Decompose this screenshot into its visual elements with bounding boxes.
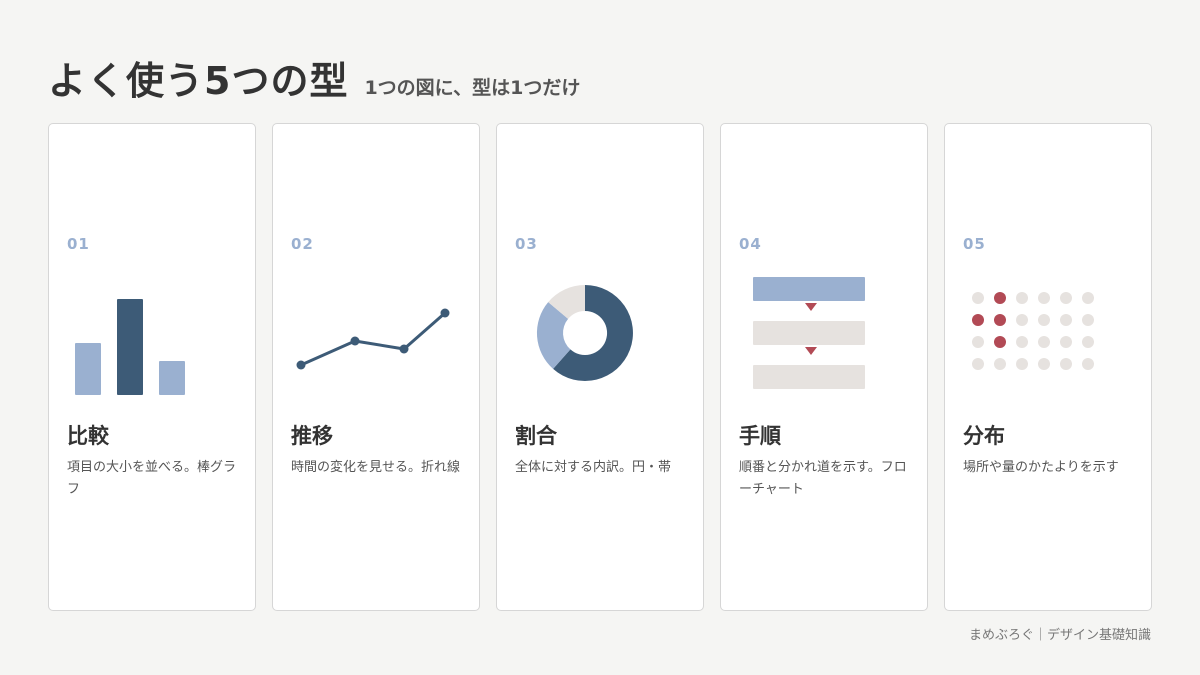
dot xyxy=(1060,314,1072,326)
highlight-dot xyxy=(994,336,1006,348)
dot xyxy=(1016,292,1028,304)
highlight-dot xyxy=(972,314,984,326)
card-distribution: 05 分布 場所や量のかたよりを示す xyxy=(944,123,1152,611)
dot xyxy=(994,358,1006,370)
dot xyxy=(972,358,984,370)
dot xyxy=(1082,292,1094,304)
card-trend: 02 推移 時間の変化を見せる。折れ線 xyxy=(272,123,480,611)
highlight-dot xyxy=(994,292,1006,304)
card-description: 場所や量のかたよりを示す xyxy=(963,460,1119,475)
card-title: 分布 xyxy=(963,424,1005,448)
card-procedure: 04 手順 順番と分かれ道を示す。フローチャート xyxy=(720,123,928,611)
dot xyxy=(1038,358,1050,370)
card-description: 項目の大小を並べる。棒グラフ xyxy=(67,460,237,497)
card-number: 03 xyxy=(515,235,538,253)
card-title: 推移 xyxy=(291,424,333,448)
dot xyxy=(1016,314,1028,326)
dot xyxy=(1038,314,1050,326)
dot xyxy=(1082,314,1094,326)
bar-chart-icon xyxy=(49,274,257,404)
dot xyxy=(1082,358,1094,370)
dot xyxy=(972,336,984,348)
card-number: 01 xyxy=(67,235,90,253)
dot xyxy=(972,292,984,304)
card-description: 時間の変化を見せる。折れ線 xyxy=(291,460,461,475)
flowchart-icon xyxy=(721,274,929,404)
dot xyxy=(1038,292,1050,304)
highlight-dot xyxy=(994,314,1006,326)
dot xyxy=(1016,336,1028,348)
dot xyxy=(1082,336,1094,348)
dot-distribution-icon xyxy=(945,274,1153,404)
card-number: 05 xyxy=(963,235,986,253)
header: よく使う5つの型 1つの図に、型は1つだけ xyxy=(48,50,580,105)
page-title: よく使う5つの型 xyxy=(48,59,349,103)
card-number: 04 xyxy=(739,235,762,253)
dot xyxy=(1060,336,1072,348)
page-subtitle: 1つの図に、型は1つだけ xyxy=(364,77,581,99)
dot xyxy=(1038,336,1050,348)
card-title: 割合 xyxy=(515,424,557,448)
card-title: 手順 xyxy=(739,424,781,448)
dot xyxy=(1060,358,1072,370)
card-title: 比較 xyxy=(67,424,109,448)
dot xyxy=(1016,358,1028,370)
card-description: 全体に対する内訳。円・帯 xyxy=(515,460,672,475)
donut-chart-icon xyxy=(497,274,705,404)
line-chart-icon xyxy=(273,274,481,404)
card-number: 02 xyxy=(291,235,314,253)
card-comparison: 01 比較 項目の大小を並べる。棒グラフ xyxy=(48,123,256,611)
dot xyxy=(1060,292,1072,304)
card-list: 01 比較 項目の大小を並べる。棒グラフ 02 推移 時間の変化を見せる。折れ線… xyxy=(48,123,1152,611)
card-description: 順番と分かれ道を示す。フローチャート xyxy=(739,460,907,497)
card-ratio: 03 割合 全体に対する内訳。円・帯 xyxy=(496,123,704,611)
footer-credit: まめぶろぐ｜デザイン基礎知識 xyxy=(968,628,1151,643)
